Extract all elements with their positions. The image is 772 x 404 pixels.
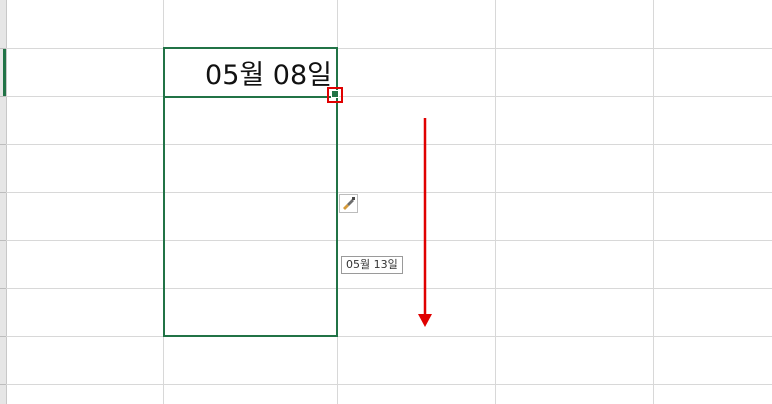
row-gridline bbox=[6, 48, 772, 49]
row-gridline bbox=[6, 288, 772, 289]
row-gridline bbox=[6, 336, 772, 337]
active-row-indicator bbox=[3, 48, 6, 96]
row-gridline bbox=[6, 144, 772, 145]
spreadsheet-grid[interactable] bbox=[0, 0, 772, 404]
paintbrush-icon[interactable] bbox=[339, 194, 358, 213]
active-cell-border bbox=[163, 96, 338, 98]
autofill-preview-tooltip: 05월 13일 bbox=[341, 256, 403, 274]
row-gridline bbox=[6, 192, 772, 193]
autofill-range-border bbox=[163, 47, 338, 337]
fill-handle-highlight bbox=[327, 87, 343, 103]
row-gridline bbox=[6, 96, 772, 97]
column-gridline bbox=[495, 0, 496, 404]
column-gridline bbox=[653, 0, 654, 404]
row-gridline bbox=[6, 384, 772, 385]
arrow-down-icon bbox=[418, 118, 432, 327]
row-gridline bbox=[6, 240, 772, 241]
